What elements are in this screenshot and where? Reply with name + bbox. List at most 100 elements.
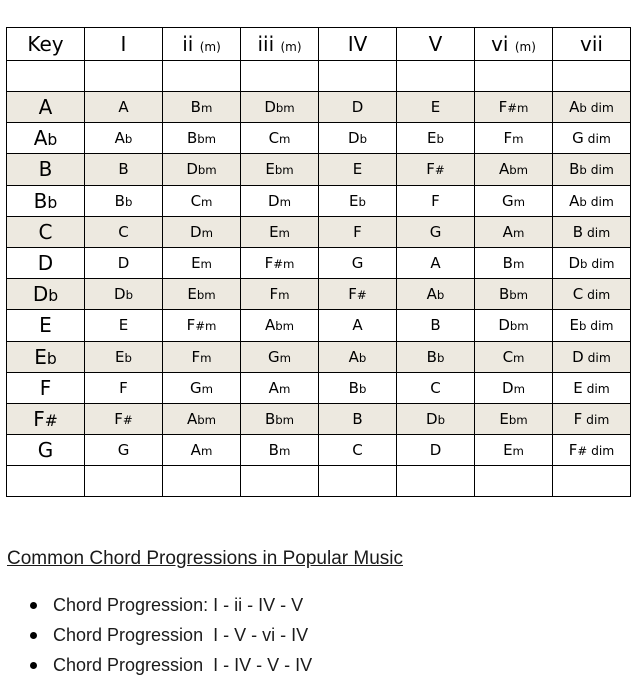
chord-cell: G xyxy=(396,215,475,248)
header-cell-ii: ii (m) xyxy=(162,27,241,61)
chord-cell: D xyxy=(84,246,163,280)
chord-cell: Dbm xyxy=(474,309,553,342)
chord-cell: F dim xyxy=(552,402,631,436)
chord-cell: F# dim xyxy=(552,434,631,467)
blank-cell xyxy=(240,465,319,498)
chord-cell: Am xyxy=(240,371,319,404)
header-cell-iii: iii (m) xyxy=(240,27,319,61)
key-cell: A xyxy=(6,90,85,124)
header-label: iii xyxy=(257,32,275,56)
chord-table: Key Iii (m) iii (m) IV Vvi (m) vii A A Bm Dbm D E F… xyxy=(6,27,631,498)
chord-cell: F xyxy=(396,184,475,217)
key-cell: Db xyxy=(6,278,85,311)
chord-cell: Bb xyxy=(318,371,397,404)
chord-cell: Bm xyxy=(162,90,241,124)
chord-cell: G xyxy=(84,434,163,467)
chord-cell: Cm xyxy=(162,184,241,217)
blank-cell xyxy=(6,465,85,498)
chord-cell: Bm xyxy=(240,434,319,467)
key-cell: E xyxy=(6,309,85,342)
header-cell-i: I xyxy=(84,27,163,61)
chord-cell: Gm xyxy=(240,340,319,373)
blank-row xyxy=(6,465,631,498)
key-cell: Bb xyxy=(6,184,85,217)
blank-cell xyxy=(552,60,631,92)
blank-cell xyxy=(396,465,475,498)
chord-cell: Ab dim xyxy=(552,184,631,217)
chord-cell: Bm xyxy=(474,246,553,280)
chord-cell: Db dim xyxy=(552,246,631,280)
chord-cell: E xyxy=(318,153,397,186)
header-minor-marker: (m) xyxy=(514,40,536,54)
chord-cell: Bb xyxy=(396,340,475,373)
chord-cell: F xyxy=(318,215,397,248)
chord-cell: Bbm xyxy=(162,122,241,155)
chord-cell: Dm xyxy=(474,371,553,404)
key-cell: G xyxy=(6,434,85,467)
table-row: F# F# Abm Bbm B Db Ebm F dim xyxy=(6,402,631,436)
section-title: Common Chord Progressions in Popular Mus… xyxy=(7,548,403,569)
chord-cell: Cm xyxy=(240,122,319,155)
key-cell: B xyxy=(6,153,85,186)
chord-cell: Fm xyxy=(474,122,553,155)
blank-cell xyxy=(240,60,319,92)
blank-cell xyxy=(474,465,553,498)
chord-cell: Dm xyxy=(240,184,319,217)
blank-row xyxy=(6,60,631,92)
chord-cell: Dm xyxy=(162,215,241,248)
chord-cell: A xyxy=(84,90,163,124)
chord-cell: Abm xyxy=(240,309,319,342)
progression-list: Chord Progression: I - ii - IV - V Chord … xyxy=(30,590,312,680)
chord-cell: G dim xyxy=(552,122,631,155)
chord-cell: A xyxy=(396,246,475,280)
chord-cell: Fm xyxy=(162,340,241,373)
chord-cell: B xyxy=(318,402,397,436)
chord-cell: F# xyxy=(318,278,397,311)
bullet-icon xyxy=(30,601,37,609)
header-cell-key: Key xyxy=(6,27,85,61)
table-row: E E F#m Abm A B Dbm Eb dim xyxy=(6,309,631,342)
header-cell-v: V xyxy=(396,27,475,61)
header-row: Key Iii (m) iii (m) IV Vvi (m) vii xyxy=(6,27,631,61)
chord-cell: Dbm xyxy=(240,90,319,124)
chord-cell: C xyxy=(318,434,397,467)
progression-item: Chord Progression I - V - vi - IV xyxy=(30,620,312,650)
chord-cell: Am xyxy=(474,215,553,248)
chord-cell: Eb dim xyxy=(552,309,631,342)
chord-cell: Ebm xyxy=(240,153,319,186)
chord-cell: Db xyxy=(396,402,475,436)
chord-cell: E dim xyxy=(552,371,631,404)
chord-cell: E xyxy=(396,90,475,124)
chord-cell: Em xyxy=(474,434,553,467)
chord-cell: Ab xyxy=(396,278,475,311)
progression-text: Chord Progression I - IV - V - IV xyxy=(53,655,313,675)
chord-cell: F# xyxy=(396,153,475,186)
progression-text: Chord Progression I - V - vi - IV xyxy=(53,625,309,645)
progression-item: Chord Progression: I - ii - IV - V xyxy=(30,590,312,620)
chord-cell: Am xyxy=(162,434,241,467)
chord-cell: B xyxy=(396,309,475,342)
chord-cell: D xyxy=(318,90,397,124)
header-label: Key xyxy=(27,32,64,56)
chord-cell: Gm xyxy=(162,371,241,404)
blank-cell xyxy=(552,465,631,498)
key-cell: F# xyxy=(6,402,85,436)
table-row: Eb Eb Fm Gm Ab Bb Cm D dim xyxy=(6,340,631,373)
chord-cell: Em xyxy=(240,215,319,248)
chord-cell: B dim xyxy=(552,215,631,248)
chord-cell: Db xyxy=(318,122,397,155)
chord-cell: Ab xyxy=(84,122,163,155)
chord-cell: Ab dim xyxy=(552,90,631,124)
bullet-icon xyxy=(30,631,37,639)
chord-cell: Eb xyxy=(318,184,397,217)
blank-cell xyxy=(6,60,85,92)
chord-cell: B xyxy=(84,153,163,186)
blank-cell xyxy=(162,60,241,92)
table-row: A A Bm Dbm D E F#m Ab dim xyxy=(6,90,631,124)
chord-cell: Fm xyxy=(240,278,319,311)
chord-cell: F#m xyxy=(162,309,241,342)
chord-cell: Ebm xyxy=(474,402,553,436)
key-cell: Ab xyxy=(6,122,85,155)
header-label: I xyxy=(120,32,127,56)
key-cell: C xyxy=(6,215,85,248)
